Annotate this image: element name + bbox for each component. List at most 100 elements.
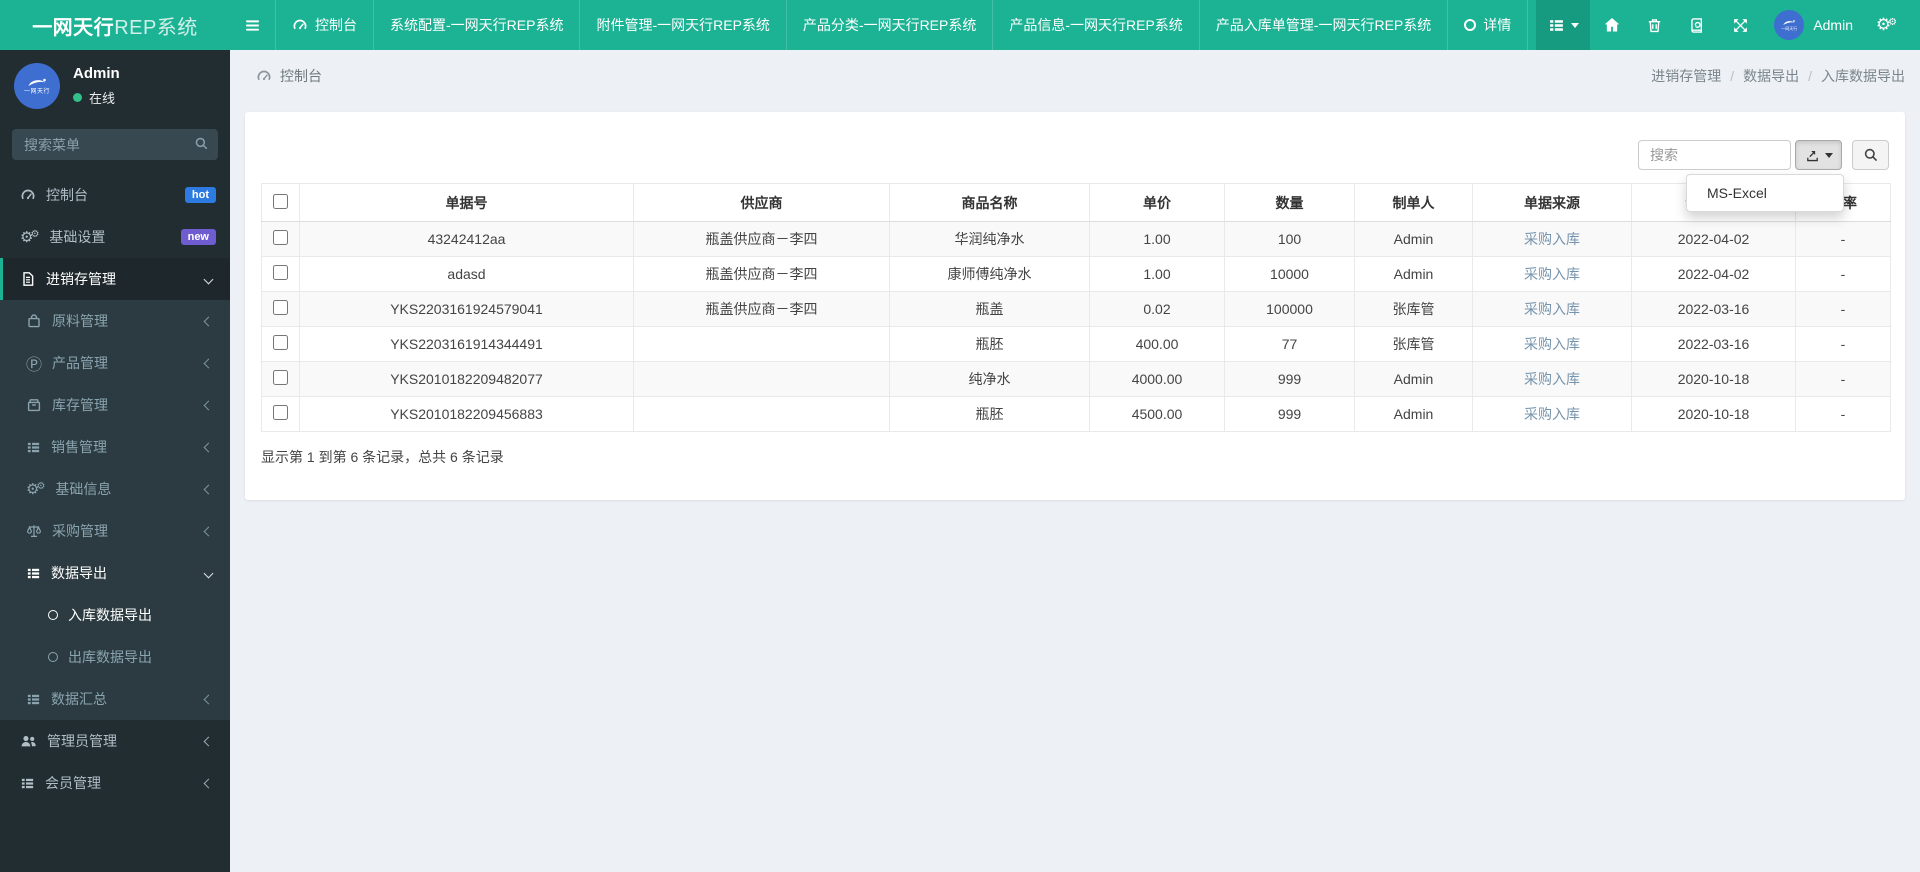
cell-unit-price: 4000.00 (1089, 361, 1225, 397)
cell-create-time: 2022-04-02 (1631, 221, 1796, 257)
sidebar-item-label: 原料管理 (52, 313, 108, 329)
row-checkbox[interactable] (273, 265, 288, 280)
user-menu[interactable]: 一网天行 Admin (1762, 0, 1865, 50)
sidebar-item-inventory-mgmt[interactable]: 进销存管理 (0, 258, 230, 300)
home-icon (1604, 18, 1620, 32)
chevron-left-icon (203, 694, 214, 704)
cell-quantity: 100000 (1224, 291, 1355, 327)
col-header-supplier[interactable]: 供应商 (633, 183, 890, 222)
cell-source: 采购入库 (1472, 326, 1632, 362)
row-checkbox[interactable] (273, 335, 288, 350)
sidebar-item-member-mgmt[interactable]: 会员管理 (0, 762, 230, 804)
nav-item-product-inbound[interactable]: 产品入库单管理-一网天行REP系统 (1200, 0, 1449, 50)
sidebar-item-console[interactable]: 控制台 hot (0, 174, 230, 216)
nav-item-console[interactable]: 控制台 (276, 0, 374, 50)
chevron-left-icon (203, 442, 214, 452)
clear-cache-button[interactable] (1676, 0, 1719, 50)
sidebar-item-product-mgmt[interactable]: 产品管理 (0, 342, 230, 384)
sidebar-search (12, 129, 218, 160)
row-checkbox[interactable] (273, 370, 288, 385)
sidebar-item-label: 库存管理 (52, 397, 108, 413)
nav-item-attachment[interactable]: 附件管理-一网天行REP系统 (580, 0, 787, 50)
breadcrumb-link-data-export[interactable]: 数据导出 (1743, 66, 1799, 86)
row-select-cell (261, 361, 300, 397)
chevron-left-icon (203, 358, 214, 368)
table-row: adasd 瓶盖供应商－李四 康师傅纯净水 1.00 10000 Admin 采… (261, 256, 1891, 292)
col-header-creator[interactable]: 制单人 (1354, 183, 1473, 222)
nav-item-detail[interactable]: 详情 (1448, 0, 1529, 50)
search-icon[interactable] (194, 136, 209, 151)
breadcrumb-home[interactable]: 控制台 (256, 66, 322, 86)
export-icon (1806, 150, 1818, 161)
col-header-source[interactable]: 单据来源 (1472, 183, 1632, 222)
sidebar-item-data-export[interactable]: 数据导出 (0, 552, 230, 594)
cell-tax-rate: - (1795, 221, 1891, 257)
cell-creator: Admin (1354, 361, 1473, 397)
file-text-icon (23, 272, 34, 286)
cell-doc-no: YKS2010182209456883 (299, 396, 634, 432)
fullscreen-button[interactable] (1719, 0, 1762, 50)
row-checkbox[interactable] (273, 300, 288, 315)
table-search-input[interactable] (1638, 140, 1791, 170)
user-name-label: Admin (1813, 17, 1853, 33)
avatar[interactable]: 一网天行 (14, 63, 60, 109)
select-all-cell (261, 183, 300, 222)
dashboard-icon (21, 189, 35, 200)
sidebar-item-outbound-data-export[interactable]: 出库数据导出 (0, 636, 230, 678)
sidebar-item-stock-mgmt[interactable]: 库存管理 (0, 384, 230, 426)
breadcrumb: 进销存管理 / 数据导出 / 入库数据导出 (1651, 66, 1905, 86)
sidebar-user-status: 在线 (73, 88, 120, 107)
chevron-left-icon (203, 400, 214, 410)
trash-button[interactable] (1633, 0, 1676, 50)
cell-creator: 张库管 (1354, 326, 1473, 362)
cell-quantity: 999 (1224, 361, 1355, 397)
col-header-doc-no[interactable]: 单据号 (299, 183, 634, 222)
cell-supplier: 瓶盖供应商－李四 (633, 291, 890, 327)
chevron-left-icon (203, 484, 214, 494)
sidebar-toggle-button[interactable] (230, 0, 276, 50)
list-dropdown-toggle[interactable] (1536, 0, 1591, 50)
col-header-quantity[interactable]: 数量 (1224, 183, 1355, 222)
circle-o-icon (48, 610, 58, 620)
cell-quantity: 100 (1224, 221, 1355, 257)
select-all-checkbox[interactable] (273, 193, 288, 209)
home-button[interactable] (1590, 0, 1633, 50)
export-ms-excel-option[interactable]: MS-Excel (1687, 180, 1843, 206)
sidebar-item-label: 采购管理 (52, 523, 108, 539)
sidebar-item-label: 基础信息 (55, 481, 112, 497)
nav-item-label: 附件管理-一网天行REP系统 (596, 17, 770, 33)
records-table: 单据号 供应商 商品名称 单价 数量 制单人 单据来源 制单时间 税率 4324… (261, 183, 1891, 432)
sidebar-item-basic-info[interactable]: 基础信息 (0, 468, 230, 510)
sidebar-item-purchase-mgmt[interactable]: 采购管理 (0, 510, 230, 552)
cell-supplier (633, 361, 890, 397)
col-header-unit-price[interactable]: 单价 (1089, 183, 1225, 222)
row-checkbox[interactable] (273, 230, 288, 245)
cell-tax-rate: - (1795, 361, 1891, 397)
sidebar-item-admin-mgmt[interactable]: 管理员管理 (0, 720, 230, 762)
scales-icon (26, 525, 42, 537)
sidebar-item-basic-settings[interactable]: 基础设置 new (0, 216, 230, 258)
sidebar-item-inbound-data-export[interactable]: 入库数据导出 (0, 594, 230, 636)
sidebar-item-sales-mgmt[interactable]: 销售管理 (0, 426, 230, 468)
cell-source: 采购入库 (1472, 256, 1632, 292)
clear-cache-icon (1691, 17, 1703, 33)
nav-item-system-config[interactable]: 系统配置-一网天行REP系统 (374, 0, 581, 50)
nav-item-product-category[interactable]: 产品分类-一网天行REP系统 (787, 0, 994, 50)
export-button[interactable] (1795, 140, 1842, 170)
cell-product-name: 华润纯净水 (889, 221, 1090, 257)
nav-item-product-info[interactable]: 产品信息-一网天行REP系统 (993, 0, 1200, 50)
sidebar-search-input[interactable] (12, 129, 218, 160)
app-logo[interactable]: 一网天行 REP系统 (0, 0, 230, 50)
bag-icon (28, 314, 40, 328)
settings-button[interactable] (1865, 0, 1908, 50)
row-checkbox[interactable] (273, 405, 288, 420)
sidebar: 一网天行 Admin 在线 控制台 hot 基础设置 new 进销存管理 (0, 50, 230, 872)
table-search-button[interactable] (1852, 140, 1889, 170)
col-header-product-name[interactable]: 商品名称 (889, 183, 1090, 222)
sidebar-item-data-summary[interactable]: 数据汇总 (0, 678, 230, 720)
bars-icon (246, 19, 259, 31)
sidebar-submenu-level3: 入库数据导出 出库数据导出 (0, 594, 230, 678)
breadcrumb-link-inventory[interactable]: 进销存管理 (1651, 66, 1721, 86)
cell-source: 采购入库 (1472, 361, 1632, 397)
sidebar-item-raw-material[interactable]: 原料管理 (0, 300, 230, 342)
